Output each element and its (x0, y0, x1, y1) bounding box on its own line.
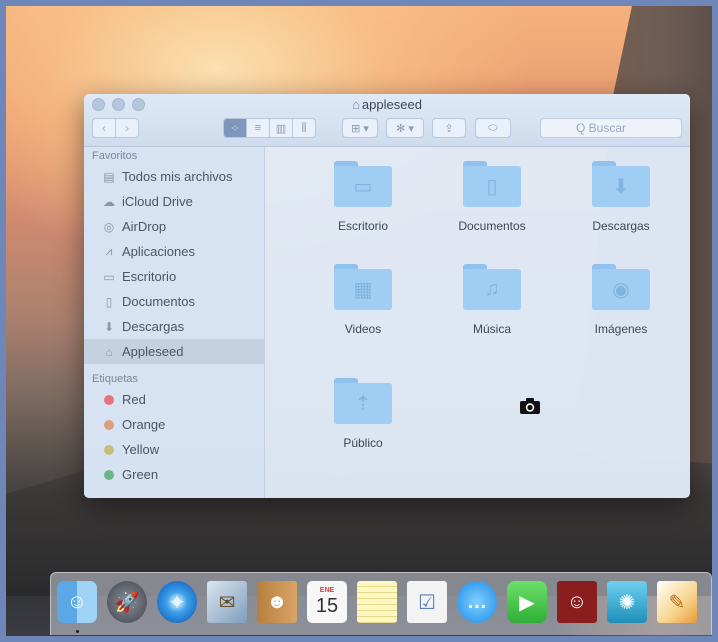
folder-videos[interactable]: ▦ Videos (308, 264, 418, 336)
documents-folder-icon: ▯ (463, 161, 521, 207)
cloud-icon: ☁ (103, 194, 115, 209)
reminders-icon[interactable]: ☑ (407, 581, 447, 623)
cover-flow-icon: ⫼ (301, 121, 307, 134)
facetime-icon[interactable]: ▶ (507, 581, 547, 623)
list-icon: ≡ (254, 122, 262, 134)
chevron-right-icon: › (125, 121, 129, 135)
all-files-icon: ▤ (103, 169, 115, 184)
sidebar-item-airdrop[interactable]: ◎ AirDrop (84, 214, 264, 239)
calendar-icon[interactable]: ENE 15 (307, 581, 347, 623)
favorites-header: Favoritos (92, 150, 138, 162)
view-mode-group: ⁘ ≡ ▥ ⫼ (223, 118, 316, 138)
folder-music[interactable]: ♫ Música (437, 264, 547, 336)
sidebar-item-icloud-drive[interactable]: ☁ iCloud Drive (84, 189, 264, 214)
downloads-folder-icon: ⬇ (592, 161, 650, 207)
grid-icon: ⁘ (230, 122, 240, 135)
folder-desktop[interactable]: ▭ Escritorio (308, 161, 418, 233)
sidebar-item-all-files[interactable]: ▤ Todos mis archivos (84, 164, 264, 189)
sidebar-item-applications[interactable]: ⩘ Aplicaciones (84, 239, 264, 264)
sidebar-item-documents[interactable]: ▯ Documentos (84, 289, 264, 314)
folder-documents[interactable]: ▯ Documentos (437, 161, 547, 233)
home-icon: ⌂ (352, 97, 360, 112)
dock: ☺ 🚀 ✧ ✉ ☻ ENE 15 ☑ … ▶ ☺ ✺ ✎ (50, 572, 712, 635)
download-icon: ⬇ (103, 319, 115, 334)
photo-booth-icon[interactable]: ☺ (557, 581, 597, 623)
sidebar-tag-red[interactable]: Red (84, 387, 264, 412)
notes-icon[interactable] (357, 581, 397, 623)
green-tag-dot (104, 469, 114, 480)
navigation-buttons: ‹ › (92, 118, 139, 138)
finder-running-indicator (76, 630, 79, 633)
public-folder-icon: ⇡ (334, 378, 392, 424)
icon-view-button[interactable]: ⁘ (223, 118, 247, 138)
folder-downloads[interactable]: ⬇ Descargas (566, 161, 676, 233)
movies-folder-icon: ▦ (334, 264, 392, 310)
sidebar-item-appleseed[interactable]: ⌂ Appleseed (84, 339, 264, 364)
launchpad-icon[interactable]: 🚀 (107, 581, 147, 623)
column-view-button[interactable]: ▥ (270, 118, 293, 138)
search-field[interactable] (540, 118, 682, 138)
sidebar: Favoritos ▤ Todos mis archivos ☁ iCloud … (84, 147, 265, 498)
safari-icon[interactable]: ✧ (157, 581, 197, 623)
folder-pictures[interactable]: ◉ Imágenes (566, 264, 676, 336)
pictures-folder-icon: ◉ (592, 264, 650, 310)
airdrop-icon: ◎ (103, 219, 115, 234)
contacts-icon[interactable]: ☻ (257, 581, 297, 623)
search-input[interactable] (574, 120, 648, 136)
folder-grid: ▭ Escritorio ▯ Documentos ⬇ Descargas ▦ … (265, 147, 690, 498)
columns-icon: ▥ (275, 122, 287, 135)
cover-flow-view-button[interactable]: ⫼ (293, 118, 316, 138)
list-view-button[interactable]: ≡ (247, 118, 270, 138)
share-button[interactable]: ⇪ (432, 118, 466, 138)
camera-icon (520, 398, 540, 414)
forward-button[interactable]: › (116, 118, 139, 138)
toolbar: ⌂ appleseed ‹ › ⁘ ≡ ▥ ⫼ ⊞ ▾ ✻ ▾ ⇪ ⬭ (84, 94, 690, 147)
sidebar-item-downloads[interactable]: ⬇ Descargas (84, 314, 264, 339)
action-button[interactable]: ✻ ▾ (386, 118, 424, 138)
finder-icon[interactable]: ☺ (57, 581, 97, 623)
desktop-icon: ▭ (103, 269, 115, 284)
home-icon: ⌂ (105, 344, 113, 359)
folder-public[interactable]: ⇡ Público (308, 378, 418, 450)
share-icon: ⇪ (444, 122, 454, 135)
music-folder-icon: ♫ (463, 264, 521, 310)
mail-icon[interactable]: ✉ (207, 581, 247, 623)
arrange-button[interactable]: ⊞ ▾ (342, 118, 378, 138)
tags-header: Etiquetas (92, 373, 138, 385)
yellow-tag-dot (104, 444, 114, 455)
red-tag-dot (104, 394, 114, 405)
sidebar-tag-green[interactable]: Green (84, 462, 264, 487)
applications-icon: ⩘ (105, 244, 113, 258)
orange-tag-dot (104, 419, 114, 430)
tag-icon: ⬭ (488, 121, 498, 134)
messages-icon[interactable]: … (457, 581, 497, 623)
gear-icon: ✻ ▾ (396, 122, 414, 135)
sidebar-tag-yellow[interactable]: Yellow (84, 437, 264, 462)
back-button[interactable]: ‹ (92, 118, 116, 138)
tags-button[interactable]: ⬭ (475, 118, 511, 138)
window-title: ⌂ appleseed (352, 97, 422, 112)
iphoto-icon[interactable]: ✺ (607, 581, 647, 623)
document-icon: ▯ (105, 294, 113, 309)
arrange-grid-icon: ⊞ ▾ (351, 122, 369, 135)
desktop-folder-icon: ▭ (334, 161, 392, 207)
sidebar-tag-orange[interactable]: Orange (84, 412, 264, 437)
sidebar-item-desktop[interactable]: ▭ Escritorio (84, 264, 264, 289)
chevron-left-icon: ‹ (102, 121, 106, 135)
pages-icon[interactable]: ✎ (657, 581, 697, 623)
finder-window: ⌂appleseed ‹ › ⁘ ≡ ▥ ⫼ ⊞ ▾ ✻ ▾ ⇪ ⬭ Favor… (84, 94, 690, 498)
